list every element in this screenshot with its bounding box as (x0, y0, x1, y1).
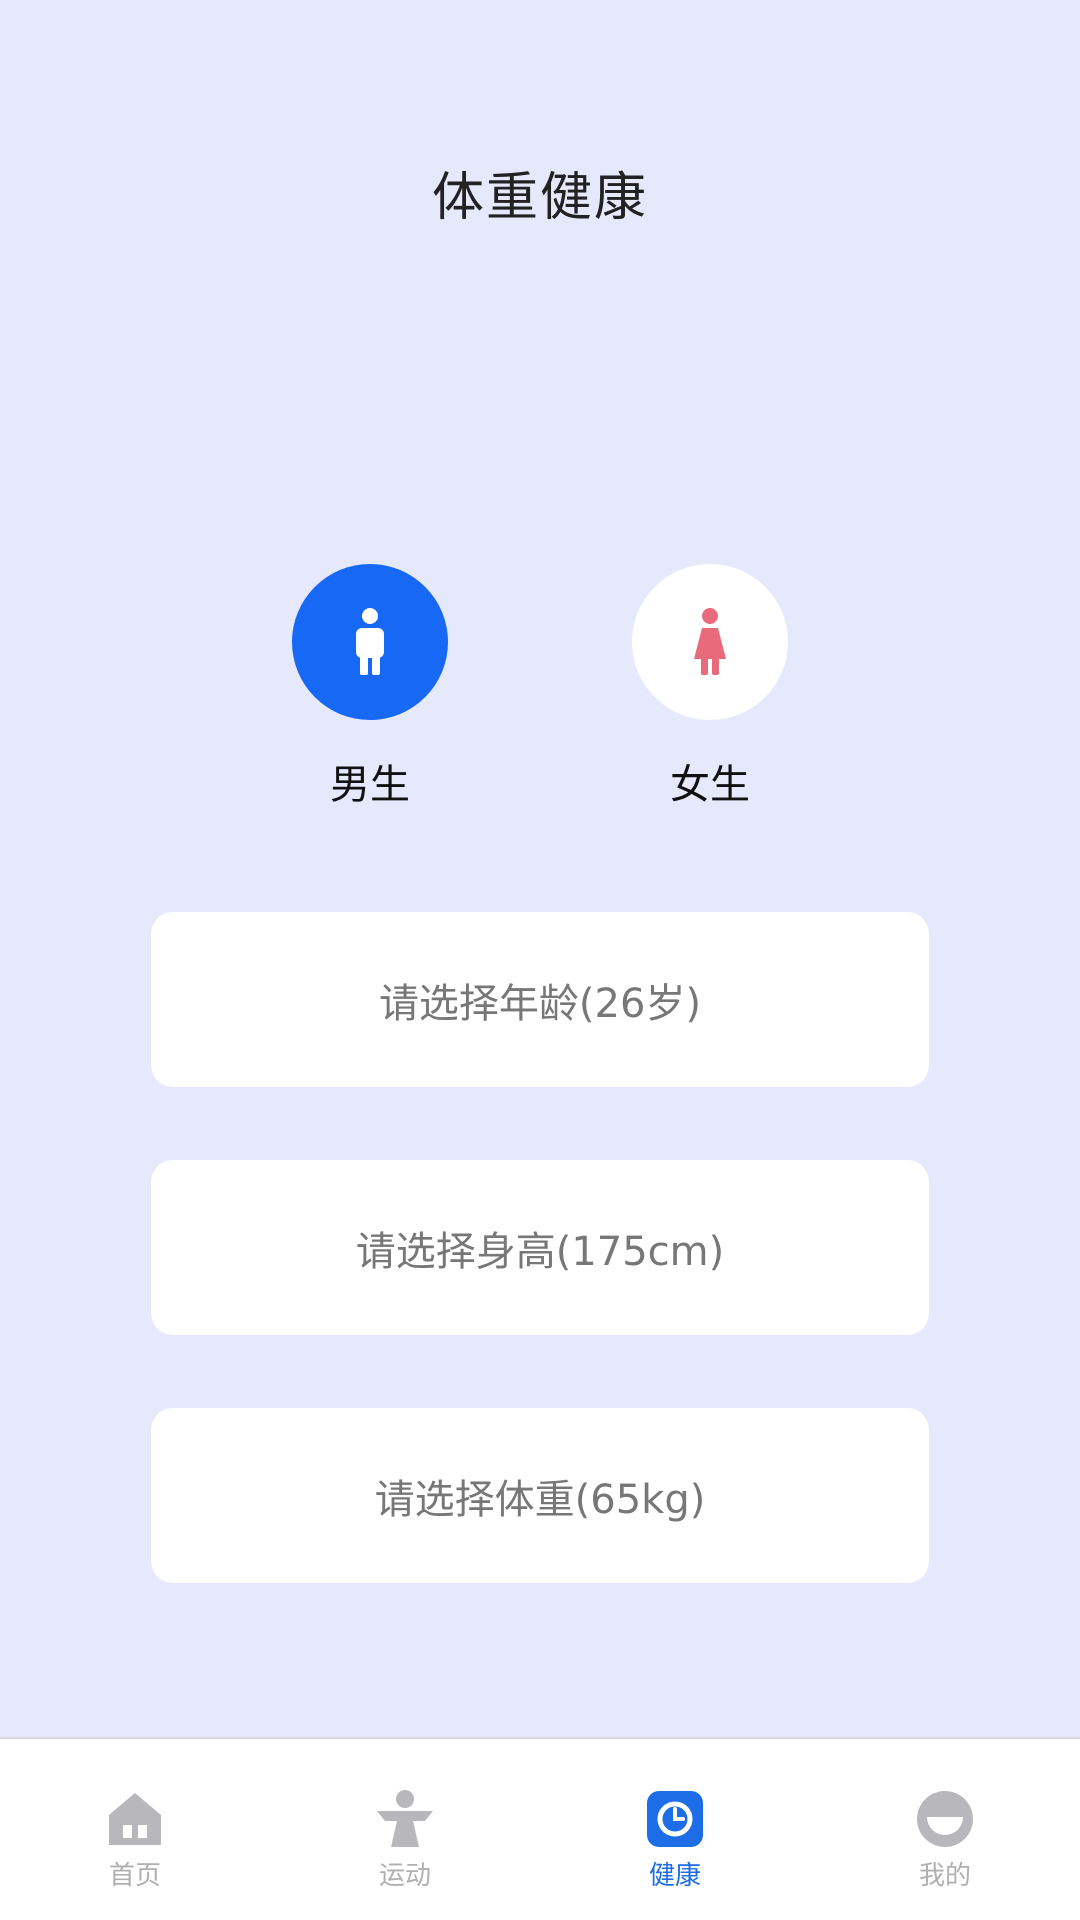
tab-home[interactable]: 首页 (65, 1789, 205, 1892)
tab-health-label: 健康 (648, 1861, 701, 1891)
health-clock-icon (647, 1791, 703, 1847)
weight-select-button[interactable]: 请选择体重(65kg) (151, 1408, 929, 1583)
tab-health[interactable]: 健康 (605, 1789, 745, 1892)
gender-option-female[interactable]: 女生 (632, 564, 788, 810)
female-person-icon (694, 608, 726, 675)
tab-sport[interactable]: 运动 (335, 1789, 475, 1892)
male-circle-button[interactable] (292, 564, 448, 720)
page-title: 体重健康 (431, 168, 648, 228)
home-icon (109, 1793, 161, 1845)
tab-mine[interactable]: 我的 (875, 1789, 1015, 1892)
gender-selector: 男生 女生 (0, 564, 1080, 814)
height-select-button[interactable]: 请选择身高(175cm) (151, 1160, 929, 1335)
age-select-button[interactable]: 请选择年龄(26岁) (151, 912, 929, 1087)
male-label: 男生 (330, 762, 410, 808)
exercise-person-icon (377, 1790, 433, 1847)
male-person-icon (356, 608, 384, 675)
female-circle-button[interactable] (632, 564, 788, 720)
tab-sport-label: 运动 (378, 1861, 431, 1891)
female-label: 女生 (670, 762, 750, 808)
bottom-tab-bar: 首页 运动 健康 我的 (0, 1737, 1080, 1920)
tab-mine-label: 我的 (918, 1861, 971, 1891)
profile-face-icon (917, 1791, 973, 1847)
tab-home-label: 首页 (108, 1861, 161, 1891)
gender-option-male[interactable]: 男生 (292, 564, 448, 810)
